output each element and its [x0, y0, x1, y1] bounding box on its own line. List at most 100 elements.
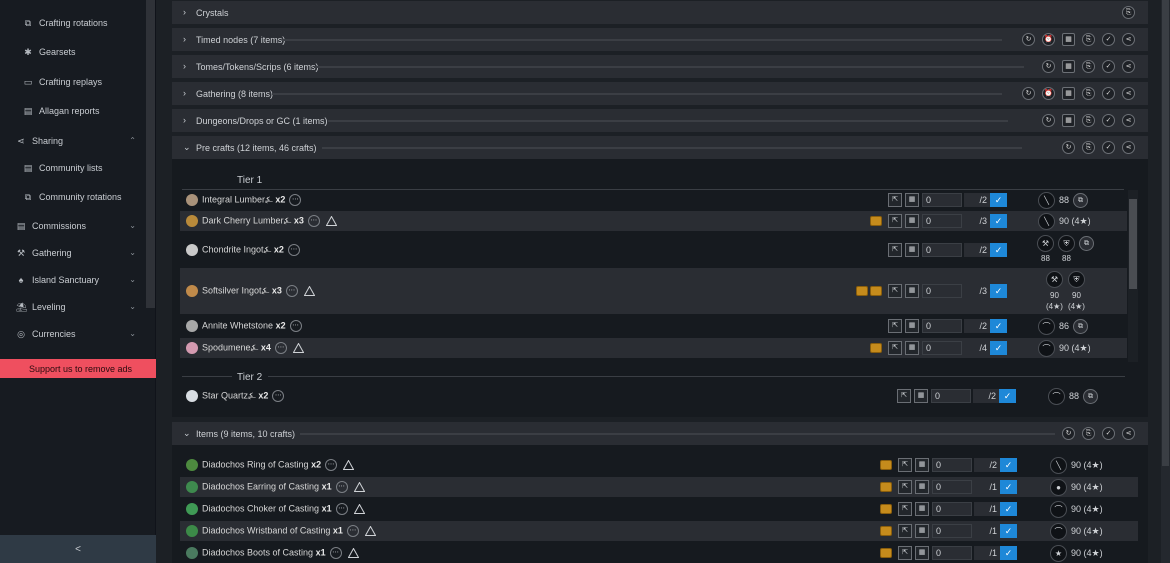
- mark-done-button[interactable]: ✓: [990, 319, 1007, 333]
- item-name[interactable]: Softsilver Ingot: [202, 285, 262, 295]
- collapse-sidebar-button[interactable]: <: [0, 535, 156, 563]
- sidebar-item-commissions[interactable]: ▤ Commissions ⌄: [0, 215, 146, 237]
- done-amount-input[interactable]: 0: [922, 284, 962, 298]
- sidebar-item-island-sanctuary[interactable]: ♠ Island Sanctuary ⌄: [0, 269, 146, 291]
- precrafts-scrollbar-thumb[interactable]: [1129, 199, 1137, 289]
- sidebar-item-community-rotations[interactable]: ⧉ Community rotations: [0, 186, 146, 208]
- more-options-icon[interactable]: ⋯: [325, 459, 338, 471]
- more-options-icon[interactable]: ⋯: [287, 244, 300, 256]
- item-name[interactable]: Star Quartz: [202, 390, 248, 400]
- armorer-icon[interactable]: ⛨: [1058, 235, 1075, 252]
- share-icon[interactable]: ⋖: [1122, 114, 1135, 127]
- open-icon[interactable]: ⇱: [898, 458, 912, 472]
- mark-done-button[interactable]: ✓: [1000, 480, 1017, 494]
- copy-icon[interactable]: ⎘: [1082, 141, 1095, 154]
- panel-tomes[interactable]: › Tomes/Tokens/Scrips (6 items) ↻ ▦ ⎘ ✓ …: [172, 55, 1148, 78]
- done-amount-input[interactable]: 0: [932, 524, 972, 538]
- goldsmith-icon[interactable]: ╲: [1050, 456, 1067, 474]
- done-amount-input[interactable]: 0: [922, 193, 962, 207]
- item-name[interactable]: Diadochos Boots of Casting: [202, 547, 313, 557]
- alchemist-icon[interactable]: ⌒: [1038, 317, 1055, 335]
- check-icon[interactable]: ✓: [1102, 114, 1115, 127]
- sidebar-scrollbar[interactable]: [146, 0, 155, 308]
- calculator-icon[interactable]: ▦: [905, 243, 919, 257]
- share-icon[interactable]: ⋖: [1122, 33, 1135, 46]
- done-amount-input[interactable]: 0: [932, 546, 972, 560]
- copy-icon[interactable]: ⎘: [1082, 33, 1095, 46]
- alchemist-icon[interactable]: ⌒: [1048, 387, 1065, 405]
- copy-icon[interactable]: ⎘: [1122, 6, 1135, 19]
- more-options-icon[interactable]: ⋯: [272, 390, 285, 402]
- share-icon[interactable]: ⋖: [1122, 87, 1135, 100]
- item-name[interactable]: Chondrite Ingot: [202, 244, 264, 254]
- copy-icon[interactable]: ⧉: [1083, 388, 1099, 404]
- check-icon[interactable]: ✓: [1102, 33, 1115, 46]
- map-icon[interactable]: ▦: [1062, 60, 1075, 73]
- refresh-icon[interactable]: ↻: [1022, 87, 1035, 100]
- check-icon[interactable]: ✓: [1102, 427, 1115, 440]
- item-name[interactable]: Annite Whetstone: [202, 320, 273, 330]
- mark-done-button[interactable]: ✓: [990, 341, 1007, 355]
- sidebar-item-leveling[interactable]: ⛱ Leveling ⌄: [0, 296, 146, 318]
- panel-precrafts[interactable]: ⌄ Pre crafts (12 items, 46 crafts) ↻ ⎘ ✓…: [172, 136, 1148, 159]
- open-icon[interactable]: ⇱: [898, 480, 912, 494]
- open-icon[interactable]: ⇱: [888, 319, 902, 333]
- blacksmith-icon[interactable]: ⚒: [1046, 271, 1063, 288]
- refresh-icon[interactable]: ↻: [1042, 60, 1055, 73]
- open-icon[interactable]: ⇱: [888, 284, 902, 298]
- open-icon[interactable]: ⇱: [898, 524, 912, 538]
- calculator-icon[interactable]: ▦: [905, 341, 919, 355]
- item-name[interactable]: Diadochos Wristband of Casting: [202, 525, 330, 535]
- mark-done-button[interactable]: ✓: [990, 243, 1007, 257]
- share-icon[interactable]: ⋖: [1122, 141, 1135, 154]
- check-icon[interactable]: ✓: [1102, 87, 1115, 100]
- calculator-icon[interactable]: ▦: [915, 502, 929, 516]
- more-options-icon[interactable]: ⋯: [289, 320, 302, 332]
- mark-done-button[interactable]: ✓: [999, 389, 1016, 403]
- calculator-icon[interactable]: ▦: [915, 524, 929, 538]
- calculator-icon[interactable]: ▦: [905, 214, 919, 228]
- refresh-icon[interactable]: ↻: [1062, 427, 1075, 440]
- refresh-icon[interactable]: ↻: [1042, 114, 1055, 127]
- calculator-icon[interactable]: ▦: [905, 284, 919, 298]
- copy-icon[interactable]: ⧉: [1073, 318, 1089, 334]
- done-amount-input[interactable]: 0: [922, 319, 962, 333]
- done-amount-input[interactable]: 0: [932, 480, 972, 494]
- copy-icon[interactable]: ⎘: [1082, 87, 1095, 100]
- more-options-icon[interactable]: ⋯: [274, 342, 287, 354]
- item-name[interactable]: Diadochos Choker of Casting: [202, 503, 319, 513]
- map-icon[interactable]: ▦: [1062, 87, 1075, 100]
- mark-done-button[interactable]: ✓: [1000, 458, 1017, 472]
- alchemist-icon[interactable]: ⌒: [1050, 500, 1067, 518]
- alarm-icon[interactable]: ⏰: [1042, 87, 1055, 100]
- sidebar-item-gearsets[interactable]: ✱ Gearsets: [0, 41, 146, 63]
- open-icon[interactable]: ⇱: [888, 214, 902, 228]
- calculator-icon[interactable]: ▦: [915, 458, 929, 472]
- open-icon[interactable]: ⇱: [888, 243, 902, 257]
- sidebar-item-currencies[interactable]: ◎ Currencies ⌄: [0, 323, 146, 345]
- mark-done-button[interactable]: ✓: [1000, 502, 1017, 516]
- panel-gathering[interactable]: › Gathering (8 items) ↻ ⏰ ▦ ⎘ ✓ ⋖: [172, 82, 1148, 105]
- open-icon[interactable]: ⇱: [897, 389, 911, 403]
- sidebar-item-community-lists[interactable]: ▤ Community lists: [0, 157, 146, 179]
- open-icon[interactable]: ⇱: [888, 341, 902, 355]
- item-name[interactable]: Integral Lumber: [202, 194, 265, 204]
- calculator-icon[interactable]: ▦: [905, 193, 919, 207]
- item-name[interactable]: Diadochos Ring of Casting: [202, 459, 309, 469]
- calculator-icon[interactable]: ▦: [915, 546, 929, 560]
- open-icon[interactable]: ⇱: [888, 193, 902, 207]
- more-options-icon[interactable]: ⋯: [307, 215, 320, 227]
- copy-icon[interactable]: ⎘: [1082, 114, 1095, 127]
- copy-icon[interactable]: ⎘: [1082, 60, 1095, 73]
- check-icon[interactable]: ✓: [1102, 60, 1115, 73]
- page-scrollbar-thumb[interactable]: [1162, 0, 1169, 466]
- copy-icon[interactable]: ⧉: [1079, 236, 1094, 251]
- more-options-icon[interactable]: ⋯: [289, 194, 302, 206]
- more-options-icon[interactable]: ⋯: [285, 285, 298, 297]
- sidebar-item-crafting-rotations[interactable]: ⧉ Crafting rotations: [0, 12, 146, 34]
- open-icon[interactable]: ⇱: [898, 502, 912, 516]
- done-amount-input[interactable]: 0: [931, 389, 971, 403]
- done-amount-input[interactable]: 0: [932, 502, 972, 516]
- map-icon[interactable]: ▦: [1062, 114, 1075, 127]
- refresh-icon[interactable]: ↻: [1062, 141, 1075, 154]
